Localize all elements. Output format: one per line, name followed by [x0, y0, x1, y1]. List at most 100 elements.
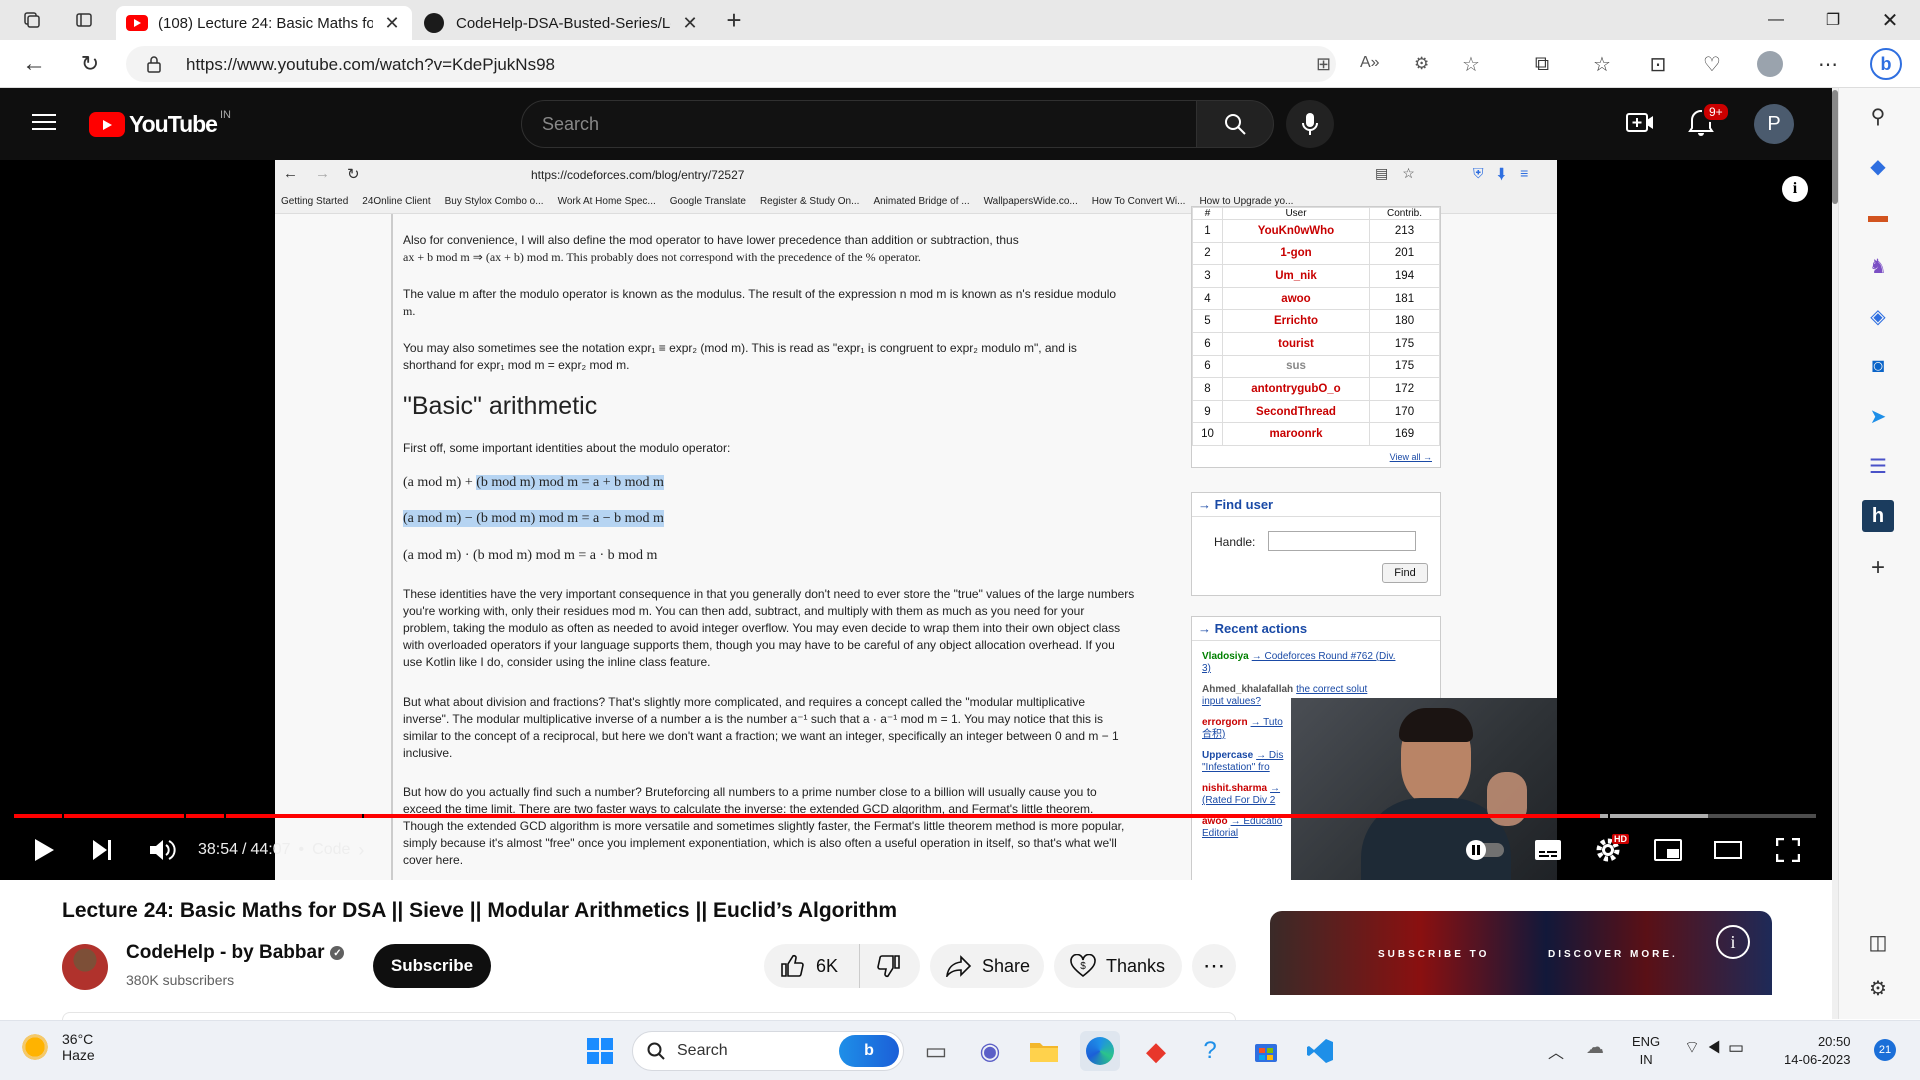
mute-button[interactable]: [142, 830, 182, 870]
hide-sidebar-icon[interactable]: ◫: [1862, 926, 1894, 958]
chapter-title[interactable]: Code: [312, 841, 350, 859]
ranking-user[interactable]: Um_nik: [1222, 264, 1370, 288]
taskbar-search[interactable]: Search b: [632, 1031, 904, 1071]
restore-icon[interactable]: ❐: [1805, 0, 1861, 40]
ranking-user[interactable]: awoo: [1222, 286, 1370, 311]
onedrive-icon[interactable]: ☁: [1586, 1037, 1604, 1058]
recent-action-link[interactable]: → Tuto: [1251, 717, 1283, 728]
app-available-icon[interactable]: ⊞: [1316, 54, 1331, 75]
edge-browser-icon[interactable]: [1080, 1031, 1120, 1071]
close-icon[interactable]: ✕: [680, 13, 700, 34]
play-button[interactable]: [24, 830, 64, 870]
channel-avatar[interactable]: [62, 944, 108, 990]
youtube-logo[interactable]: YouTube IN: [89, 109, 231, 138]
fullscreen-button[interactable]: [1768, 830, 1808, 870]
new-tab-icon[interactable]: +: [716, 2, 752, 38]
microsoft365-icon[interactable]: ◈: [1862, 300, 1894, 332]
notification-center-badge[interactable]: 21: [1874, 1039, 1896, 1061]
info-icon[interactable]: i: [1782, 176, 1808, 202]
subtitles-button[interactable]: [1528, 830, 1568, 870]
recent-action-link-cont[interactable]: 3): [1202, 663, 1432, 675]
ad-banner[interactable]: SUBSCRIBE TO DISCOVER MORE. i: [1270, 911, 1772, 995]
window-close-icon[interactable]: ✕: [1862, 0, 1918, 40]
share-button[interactable]: Share: [930, 944, 1044, 988]
thanks-button[interactable]: $ Thanks: [1054, 944, 1182, 988]
account-avatar[interactable]: P: [1754, 104, 1794, 144]
recent-action-link[interactable]: →: [1270, 783, 1280, 794]
favorite-star-icon[interactable]: ☆: [1462, 52, 1480, 77]
tab-actions-icon[interactable]: [66, 2, 102, 38]
ranking-user[interactable]: SecondThread: [1222, 399, 1370, 424]
next-button[interactable]: [82, 830, 122, 870]
ranking-user[interactable]: YouKn0wWho: [1222, 219, 1370, 243]
address-bar[interactable]: https://www.youtube.com/watch?v=KdePjukN…: [126, 46, 1480, 82]
app-red-diamond-icon[interactable]: ◆: [1136, 1031, 1176, 1071]
recent-action-link[interactable]: the correct solut: [1296, 684, 1367, 695]
ranking-user[interactable]: 1-gon: [1222, 241, 1370, 266]
back-icon[interactable]: ←: [16, 46, 52, 82]
task-view-icon[interactable]: ▭: [916, 1031, 956, 1071]
progress-bar-track[interactable]: [14, 814, 1816, 818]
reload-icon[interactable]: ↻: [72, 46, 108, 82]
settings-button[interactable]: HD: [1588, 830, 1629, 870]
ad-info-icon[interactable]: i: [1716, 925, 1750, 959]
extensions-icon[interactable]: ⧉: [1524, 46, 1560, 82]
tools-icon[interactable]: ▬: [1862, 200, 1894, 232]
tab-youtube[interactable]: (108) Lecture 24: Basic Maths for ✕: [116, 6, 412, 40]
ranking-user[interactable]: sus: [1222, 354, 1370, 379]
drop-icon[interactable]: ➤: [1862, 400, 1894, 432]
ranking-user[interactable]: tourist: [1222, 331, 1370, 356]
recent-action-link[interactable]: → Codeforces Round #762 (Div.: [1252, 651, 1396, 662]
workspaces-icon[interactable]: [14, 2, 50, 38]
autoplay-toggle[interactable]: [1462, 830, 1510, 870]
show-hidden-icons[interactable]: ︿: [1548, 1039, 1564, 1063]
search-button[interactable]: [1196, 100, 1274, 148]
h-app-icon[interactable]: h: [1862, 500, 1894, 532]
file-explorer-icon[interactable]: [1024, 1031, 1064, 1071]
menu-icon[interactable]: [32, 112, 56, 132]
browser-essentials-icon[interactable]: ♡: [1694, 46, 1730, 82]
games-icon[interactable]: ♞: [1862, 250, 1894, 282]
search-box[interactable]: Search: [521, 100, 1197, 148]
video-player[interactable]: ← → ↻ https://codeforces.com/blog/entry/…: [0, 160, 1832, 880]
bing-chat-icon[interactable]: b: [1868, 46, 1904, 82]
list-app-icon[interactable]: ☰: [1862, 450, 1894, 482]
find-button[interactable]: Find: [1382, 563, 1428, 583]
read-aloud-icon[interactable]: A»: [1360, 54, 1380, 72]
create-button[interactable]: [1626, 110, 1654, 136]
recent-action-user[interactable]: Vladosiya: [1202, 651, 1249, 662]
video-frame[interactable]: ← → ↻ https://codeforces.com/blog/entry/…: [275, 160, 1557, 880]
outlook-icon[interactable]: ◙: [1862, 350, 1894, 382]
search-icon[interactable]: ⚲: [1862, 100, 1894, 132]
more-actions-button[interactable]: ⋯: [1192, 944, 1236, 988]
miniplayer-button[interactable]: [1648, 830, 1688, 870]
tab-github[interactable]: CodeHelp-DSA-Busted-Series/Le ✕: [414, 6, 710, 40]
more-options-icon[interactable]: ⋯: [1810, 46, 1846, 82]
recent-action-user[interactable]: errorgorn: [1202, 717, 1248, 728]
ranking-user[interactable]: maroonrk: [1222, 422, 1370, 446]
minimize-icon[interactable]: —: [1748, 0, 1804, 40]
teams-chat-icon[interactable]: ◉: [970, 1031, 1010, 1071]
recent-action-link[interactable]: → Dis: [1256, 750, 1283, 761]
favorites-icon[interactable]: ☆: [1584, 46, 1620, 82]
recent-action-user[interactable]: nishit.sharma: [1202, 783, 1267, 794]
network-volume-battery[interactable]: ⌔◀▭: [1684, 1037, 1750, 1058]
get-help-icon[interactable]: ?: [1190, 1031, 1230, 1071]
add-icon[interactable]: +: [1862, 552, 1894, 584]
vscode-icon[interactable]: [1300, 1031, 1340, 1071]
view-all-link[interactable]: View all →: [1390, 452, 1432, 462]
ranking-user[interactable]: antontrygubO_o: [1222, 377, 1370, 401]
collections-icon[interactable]: ⊡: [1640, 46, 1676, 82]
ranking-user[interactable]: Errichto: [1222, 309, 1370, 333]
recent-action-user[interactable]: Ahmed_khalafallah: [1202, 684, 1293, 695]
weather-widget[interactable]: 36°C Haze: [20, 1031, 95, 1063]
microsoft-store-icon[interactable]: [1246, 1031, 1286, 1071]
start-button[interactable]: [580, 1031, 620, 1071]
theater-mode-button[interactable]: [1708, 830, 1748, 870]
search-input[interactable]: Search: [542, 114, 599, 135]
recent-action-user[interactable]: Uppercase: [1202, 750, 1253, 761]
handle-input[interactable]: [1268, 531, 1416, 551]
shopping-icon[interactable]: ◆: [1862, 150, 1894, 182]
voice-search-button[interactable]: [1286, 100, 1334, 148]
dislike-button[interactable]: [860, 944, 918, 988]
